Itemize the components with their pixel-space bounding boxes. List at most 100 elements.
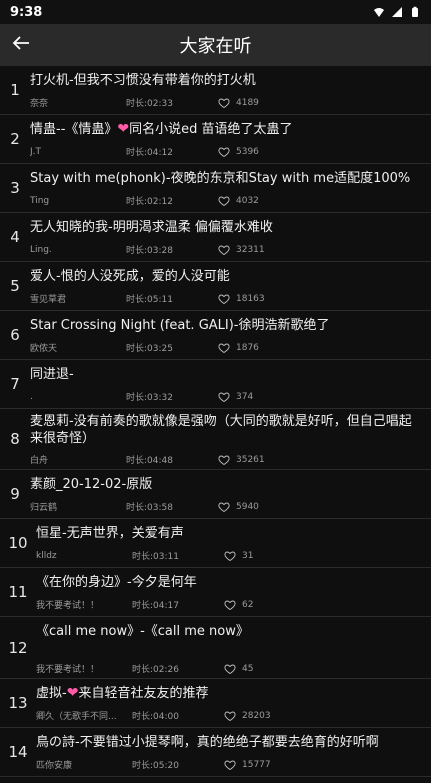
like-count: 374 bbox=[236, 391, 254, 402]
battery-icon bbox=[409, 6, 421, 18]
uploader-name: . bbox=[30, 391, 33, 402]
heart-outline-icon[interactable] bbox=[218, 501, 230, 513]
like-count: 4189 bbox=[236, 97, 259, 108]
like-count: 5396 bbox=[236, 146, 259, 157]
app-bar: 大家在听 bbox=[0, 24, 431, 66]
like-count: 5940 bbox=[236, 501, 259, 512]
like-count: 32311 bbox=[236, 244, 265, 255]
heart-outline-icon[interactable] bbox=[224, 710, 236, 722]
status-time: 9:38 bbox=[10, 4, 43, 20]
status-icons bbox=[373, 6, 421, 18]
song-title-part: 来自轻音社友友的推荐 bbox=[78, 686, 209, 701]
heart-outline-icon[interactable] bbox=[218, 195, 230, 207]
list-item[interactable]: 11 《在你的身边》-今夕是何年 我不要考试！！ 时长:04:17 62 bbox=[0, 568, 431, 617]
song-title: Star Crossing Night (feat. GALI)-徐明浩新歌绝了 bbox=[30, 318, 330, 333]
song-title-part: 虚拟- bbox=[36, 686, 67, 701]
list-item[interactable]: 12 《call me now》-《call me now》 我不要考试！！ 时… bbox=[0, 617, 431, 679]
like-count: 15777 bbox=[242, 759, 271, 770]
status-bar: 9:38 bbox=[0, 0, 431, 24]
heart-outline-icon[interactable] bbox=[224, 550, 236, 562]
list-item[interactable]: 6 Star Crossing Night (feat. GALI)-徐明浩新歌… bbox=[0, 311, 431, 360]
page-title: 大家在听 bbox=[179, 36, 252, 57]
song-title: 《在你的身边》-今夕是何年 bbox=[36, 575, 197, 590]
uploader-name: 欧侬天 bbox=[30, 344, 58, 354]
item-index: 6 bbox=[10, 326, 20, 344]
song-duration: 时长:02:33 bbox=[126, 99, 173, 109]
uploader-name: 我不要考试！！ bbox=[36, 601, 100, 611]
heart-outline-icon[interactable] bbox=[218, 391, 230, 403]
item-index: 14 bbox=[8, 743, 28, 761]
song-duration: 时长:03:32 bbox=[126, 393, 173, 403]
list-item[interactable]: 5 爱人-恨的人没死成，爱的人没可能 雪见草君 时长:05:11 18163 bbox=[0, 262, 431, 311]
heart-outline-icon[interactable] bbox=[218, 97, 230, 109]
like-count: 28203 bbox=[242, 710, 271, 721]
uploader-name: 雪见草君 bbox=[30, 295, 67, 305]
signal-icon bbox=[391, 6, 403, 18]
song-title: 爱人-恨的人没死成，爱的人没可能 bbox=[30, 269, 230, 284]
arrow-left-icon bbox=[9, 31, 33, 59]
item-index: 4 bbox=[10, 228, 20, 246]
uploader-name: J.T bbox=[30, 146, 42, 157]
song-duration: 时长:02:12 bbox=[126, 197, 173, 207]
uploader-name: Ling. bbox=[30, 244, 52, 255]
heart-outline-icon[interactable] bbox=[218, 342, 230, 354]
item-index: 11 bbox=[8, 583, 28, 601]
item-index: 13 bbox=[8, 694, 28, 712]
uploader-name: 归云鹤 bbox=[30, 503, 58, 513]
heart-outline-icon[interactable] bbox=[218, 454, 230, 466]
song-title: 无人知晓的我-明明渴求温柔 偏偏覆水难收 bbox=[30, 220, 273, 235]
item-index: 9 bbox=[10, 485, 20, 503]
heart-outline-icon[interactable] bbox=[224, 599, 236, 611]
song-title: 《call me now》-《call me now》 bbox=[36, 624, 249, 639]
song-title: 素颜_20-12-02-原版 bbox=[30, 477, 153, 492]
like-count: 35261 bbox=[236, 454, 265, 465]
uploader-name: 我不要考试！！ bbox=[36, 665, 100, 675]
heart-outline-icon[interactable] bbox=[224, 663, 236, 675]
list-item[interactable]: 9 素颜_20-12-02-原版 归云鹤 时长:03:58 5940 bbox=[0, 470, 431, 519]
list-item[interactable]: 1 打火机-但我不习惯没有带着你的打火机 奈奈 时长:02:33 4189 bbox=[0, 66, 431, 115]
uploader-name: klldz bbox=[36, 550, 57, 561]
heart-outline-icon[interactable] bbox=[218, 146, 230, 158]
list-item[interactable]: 13 虚拟-❤来自轻音社友友的推荐 卿久（无歌手不同... 时长:04:00 2… bbox=[0, 679, 431, 728]
like-count: 1876 bbox=[236, 342, 259, 353]
heart-outline-icon[interactable] bbox=[218, 293, 230, 305]
song-title: 虚拟-❤来自轻音社友友的推荐 bbox=[36, 685, 423, 702]
list-item[interactable]: 2 情蛊--《情蛊》❤同名小说ed 苗语绝了太蛊了 J.T 时长:04:12 5… bbox=[0, 115, 431, 164]
song-duration: 时长:05:20 bbox=[132, 761, 179, 771]
item-index: 10 bbox=[8, 534, 28, 552]
item-index: 12 bbox=[8, 638, 28, 657]
heart-outline-icon[interactable] bbox=[224, 759, 236, 771]
song-title: 麦恩莉-没有前奏的歌就像是强吻（大同的歌就是好听，但自己唱起来很奇怪） bbox=[30, 414, 412, 446]
song-title: 打火机-但我不习惯没有带着你的打火机 bbox=[30, 73, 256, 88]
item-index: 1 bbox=[10, 81, 20, 99]
list-item[interactable]: 3 Stay with me(phonk)-夜晚的东京和Stay with me… bbox=[0, 164, 431, 213]
song-title: 鳥の詩-不要错过小提琴啊，真的绝绝子都要去绝育的好听啊 bbox=[36, 735, 379, 750]
item-index: 5 bbox=[10, 277, 20, 295]
song-duration: 时长:04:00 bbox=[132, 712, 179, 722]
song-duration: 时长:03:28 bbox=[126, 246, 173, 256]
list-item[interactable]: 14 鳥の詩-不要错过小提琴啊，真的绝绝子都要去绝育的好听啊 匹你安康 时长:0… bbox=[0, 728, 431, 777]
like-count: 31 bbox=[242, 550, 254, 561]
song-duration: 时长:04:17 bbox=[132, 601, 179, 611]
song-duration: 时长:04:48 bbox=[126, 456, 173, 466]
list-item[interactable]: 8 麦恩莉-没有前奏的歌就像是强吻（大同的歌就是好听，但自己唱起来很奇怪） 白舟… bbox=[0, 409, 431, 470]
song-duration: 时长:04:12 bbox=[126, 148, 173, 158]
heart-outline-icon[interactable] bbox=[218, 244, 230, 256]
like-count: 62 bbox=[242, 599, 254, 610]
like-count: 4032 bbox=[236, 195, 259, 206]
item-index: 7 bbox=[10, 375, 20, 393]
list-item[interactable]: 4 无人知晓的我-明明渴求温柔 偏偏覆水难收 Ling. 时长:03:28 32… bbox=[0, 213, 431, 262]
song-title-part: 情蛊--《情蛊》 bbox=[30, 122, 118, 137]
back-button[interactable] bbox=[0, 24, 42, 66]
song-title-part: 同名小说ed 苗语绝了太蛊了 bbox=[129, 122, 293, 137]
song-duration: 时长:02:26 bbox=[132, 665, 179, 675]
heart-icon: ❤ bbox=[117, 121, 130, 137]
wifi-icon bbox=[373, 6, 385, 18]
list-item[interactable]: 7 同进退- . 时长:03:32 374 bbox=[0, 360, 431, 409]
uploader-name: 白舟 bbox=[30, 456, 49, 466]
song-list: 1 打火机-但我不习惯没有带着你的打火机 奈奈 时长:02:33 4189 2 … bbox=[0, 66, 431, 783]
list-item[interactable]: 10 恒星-无声世界，关爱有声 klldz 时长:03:11 31 bbox=[0, 519, 431, 568]
item-index: 8 bbox=[10, 430, 20, 448]
like-count: 45 bbox=[242, 663, 254, 674]
song-duration: 时长:05:11 bbox=[126, 295, 173, 305]
